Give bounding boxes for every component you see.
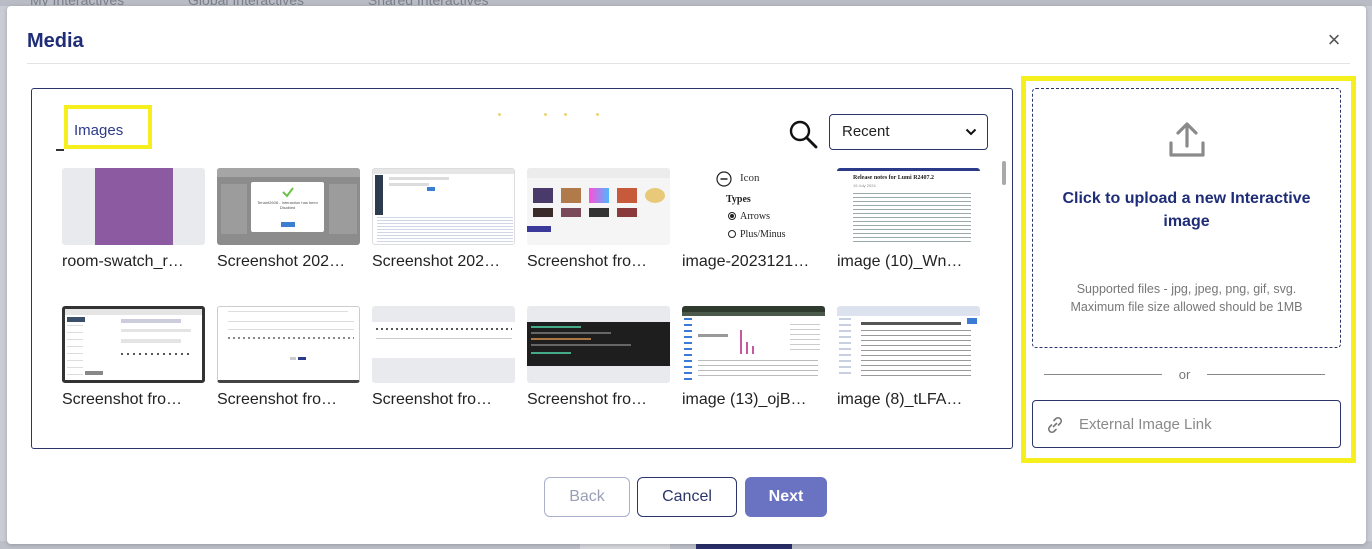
image-card[interactable]: image (13)_ojB… <box>682 306 825 409</box>
modal-title: Media <box>27 30 84 52</box>
upload-hint: Supported files - jpg, jpeg, png, gif, s… <box>1043 280 1330 316</box>
image-card[interactable]: Icon Types Arrows Plus/Minus image-20231… <box>682 168 825 271</box>
image-card-name: Screenshot 202… <box>372 253 501 270</box>
image-thumbnail <box>682 306 825 383</box>
image-thumbnail <box>837 306 980 383</box>
upload-title: Click to upload a new Interactive image <box>1062 190 1311 230</box>
upload-icon <box>1169 122 1205 157</box>
chevron-down-icon <box>965 128 977 136</box>
upload-dropzone[interactable]: Click to upload a new Interactive image … <box>1032 88 1341 348</box>
image-thumbnail <box>527 168 670 245</box>
image-thumbnail <box>217 306 360 383</box>
loading-dots <box>498 113 608 117</box>
image-card-name: Screenshot fro… <box>62 391 183 408</box>
back-button[interactable]: Back <box>544 477 630 517</box>
image-card-name: Screenshot fro… <box>372 391 493 408</box>
image-thumbnail <box>372 306 515 383</box>
thumb-option-plusminus: Plus/Minus <box>740 229 786 240</box>
image-card-name: Screenshot 202… <box>217 253 346 270</box>
image-gallery-panel: Images Recent room-swatch_r… Tenant2608 … <box>31 88 1013 449</box>
image-card-name: image (8)_tLFA… <box>837 391 963 408</box>
thumb-types-heading: Types <box>726 194 751 205</box>
link-icon <box>1048 417 1062 433</box>
image-card-name: Screenshot fro… <box>527 391 648 408</box>
tab-underline <box>56 149 64 151</box>
external-image-link-input[interactable] <box>1077 407 1327 441</box>
image-card-name: image-2023121… <box>682 253 810 270</box>
close-icon[interactable]: × <box>1322 28 1346 52</box>
thumb-notes-date: 19 July 2024 <box>853 183 876 188</box>
thumb-notes-heading: Release notes for Lumi R2407.2 <box>853 175 935 181</box>
image-card[interactable]: Screenshot fro… <box>217 306 360 409</box>
image-thumbnail <box>527 306 670 383</box>
image-thumbnail: Release notes for Lumi R2407.2 19 July 2… <box>837 168 980 245</box>
image-card[interactable]: image (8)_tLFA… <box>837 306 980 409</box>
minus-circle-icon <box>716 171 732 187</box>
scrollbar-thumb[interactable] <box>1002 161 1006 185</box>
thumb-dialog-caption: Tenant2608 - Interaction has been Disabl… <box>257 200 318 210</box>
image-card[interactable]: Screenshot fro… <box>527 168 670 271</box>
image-card[interactable]: Screenshot fro… <box>527 306 670 409</box>
image-thumbnail <box>62 306 205 383</box>
upload-hint-line: Supported files - jpg, jpeg, png, gif, s… <box>1076 282 1297 296</box>
or-divider: or <box>1044 367 1325 382</box>
search-icon[interactable] <box>788 119 818 149</box>
image-card-name: Screenshot fro… <box>527 253 648 270</box>
image-card-name: room-swatch_r… <box>62 253 184 270</box>
tab-images[interactable]: Images <box>74 122 123 139</box>
image-thumbnail <box>62 168 205 245</box>
image-card[interactable]: room-swatch_r… <box>62 168 205 271</box>
upload-hint-line: Maximum file size allowed should be 1MB <box>1070 300 1303 314</box>
media-modal: Media × Images Recent room-swatch_r… Ten… <box>7 6 1366 544</box>
upload-panel: Click to upload a new Interactive image … <box>1021 76 1356 463</box>
external-link-field[interactable] <box>1032 400 1341 448</box>
next-button[interactable]: Next <box>745 477 827 517</box>
image-thumbnail: Icon Types Arrows Plus/Minus <box>682 168 825 245</box>
image-card-name: image (13)_ojB… <box>682 391 807 408</box>
sort-select-value: Recent <box>842 123 890 140</box>
image-card-name: Screenshot fro… <box>217 391 338 408</box>
image-thumbnail <box>372 168 515 245</box>
image-card[interactable]: Screenshot 202… <box>372 168 515 271</box>
gallery-scrollbar[interactable] <box>1002 161 1006 441</box>
image-card[interactable]: Tenant2608 - Interaction has been Disabl… <box>217 168 360 271</box>
thumb-icon-label: Icon <box>740 172 760 184</box>
sort-select[interactable]: Recent <box>829 114 988 150</box>
thumb-option-arrows: Arrows <box>740 211 770 222</box>
image-thumbnail: Tenant2608 - Interaction has been Disabl… <box>217 168 360 245</box>
image-card[interactable]: Screenshot fro… <box>62 306 205 409</box>
image-card-name: image (10)_Wn… <box>837 253 963 270</box>
title-divider <box>27 63 1350 64</box>
image-card[interactable]: Screenshot fro… <box>372 306 515 409</box>
image-card[interactable]: Release notes for Lumi R2407.2 19 July 2… <box>837 168 980 271</box>
cancel-button[interactable]: Cancel <box>637 477 737 517</box>
